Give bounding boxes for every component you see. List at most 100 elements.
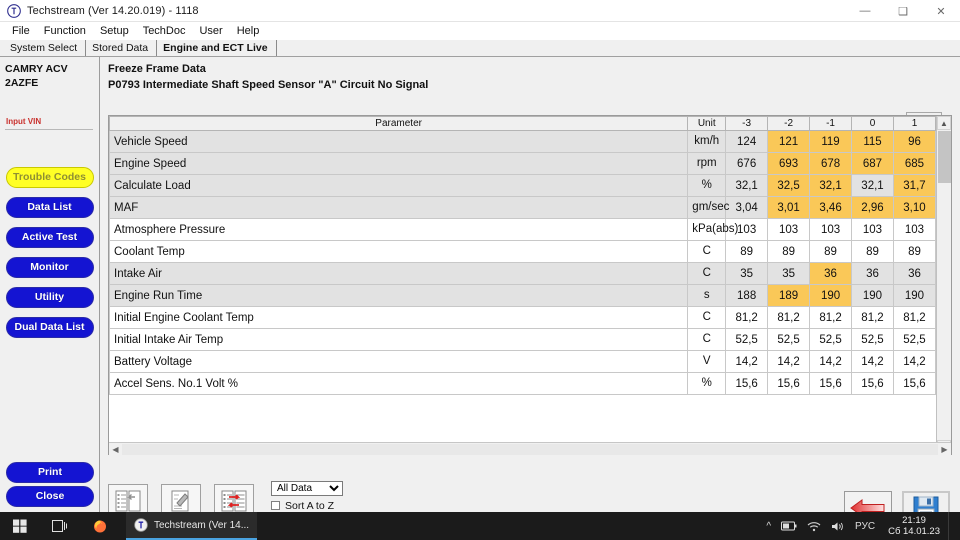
cell-value: 32,1 [851, 174, 894, 197]
column-header-unit[interactable]: Unit [687, 116, 727, 131]
page-title: Freeze Frame Data [108, 63, 206, 75]
column-header-minus2[interactable]: -2 [767, 116, 811, 131]
cell-value: 35 [767, 262, 811, 285]
techstream-icon [6, 3, 22, 19]
cell-value: 32,5 [767, 174, 811, 197]
table-row[interactable]: Intake Air C 35 35 36 36 36 [109, 262, 936, 285]
sidebar-item-utility[interactable]: Utility [5, 287, 94, 308]
menu-item-help[interactable]: Help [230, 24, 267, 38]
menu-item-file[interactable]: File [5, 24, 37, 38]
tab-system-select[interactable]: System Select [4, 40, 87, 56]
menu-item-function[interactable]: Function [37, 24, 93, 38]
vertical-scroll-thumb[interactable] [938, 131, 951, 183]
body: CAMRY ACV 2AZFE Input VIN Trouble Codes … [0, 57, 960, 540]
tab-stored-data[interactable]: Stored Data [86, 40, 158, 56]
vertical-scrollbar[interactable]: ▲ ▼ [936, 116, 951, 454]
cell-parameter: Vehicle Speed [109, 130, 689, 153]
table-row[interactable]: Accel Sens. No.1 Volt %% 15,6 15,6 15,6 15,6… [109, 372, 936, 395]
cell-value: 676 [725, 152, 769, 175]
table-row[interactable]: Initial Intake Air Temp C 52,5 52,5 52,5 52,5… [109, 328, 936, 351]
taskbar-app-techstream[interactable]: Techstream (Ver 14... [126, 512, 258, 540]
windows-start-icon[interactable] [0, 512, 40, 540]
column-header-0[interactable]: 0 [851, 116, 894, 131]
table-row[interactable]: MAF gm/sec 3,04 3,01 3,46 2,96 3,10 [109, 196, 936, 219]
column-header-parameter[interactable]: Parameter [109, 116, 689, 131]
column-header-minus1[interactable]: -1 [809, 116, 853, 131]
sidebar-item-data-list[interactable]: Data List [5, 197, 94, 218]
menu-item-setup[interactable]: Setup [93, 24, 136, 38]
sidebar-item-dual-data-list[interactable]: Dual Data List [5, 317, 94, 338]
menu-bar: File Function Setup TechDoc User Help [0, 22, 960, 40]
cell-value: 81,2 [809, 306, 853, 329]
cell-unit: C [687, 328, 727, 351]
window-title: Techstream (Ver 14.20.019) - 1118 [27, 4, 199, 17]
sidebar-item-trouble-codes[interactable]: Trouble Codes [5, 167, 94, 188]
cell-value: 3,10 [892, 196, 936, 219]
firefox-icon[interactable] [80, 512, 120, 540]
system-tray: ^ РУС 21:19 Сб 14.01.23 [761, 512, 960, 540]
taskbar-app-label: Techstream (Ver 14... [154, 519, 250, 531]
horizontal-scroll-track[interactable] [122, 443, 938, 455]
cell-parameter: Engine Speed [109, 152, 689, 175]
sidebar: CAMRY ACV 2AZFE Input VIN Trouble Codes … [0, 57, 100, 540]
table-row[interactable]: Initial Engine Coolant Temp C 81,2 81,2 81,2… [109, 306, 936, 329]
cell-parameter: MAF [109, 196, 689, 219]
menu-item-user[interactable]: User [192, 24, 229, 38]
sort-az-row[interactable]: Sort A to Z [271, 500, 382, 512]
scroll-up-icon[interactable]: ▲ [937, 116, 951, 130]
table-row[interactable]: Engine Speed rpm 676 693 678 687 685 [109, 152, 936, 175]
cell-value: 190 [892, 284, 936, 307]
cell-value: 36 [892, 262, 936, 285]
table-row[interactable]: Battery Voltage V 14,2 14,2 14,2 14,2 14,2 [109, 350, 936, 373]
cell-unit: V [687, 350, 727, 373]
show-desktop-button[interactable] [948, 512, 960, 540]
table-row[interactable]: Atmosphere Pressure kPa(abs) 103 103 103 103 1… [109, 218, 936, 241]
windows-taskbar: Techstream (Ver 14... ^ РУС 21:19 Сб 14.… [0, 512, 960, 540]
sort-az-checkbox[interactable] [271, 501, 280, 510]
table-row[interactable]: Vehicle Speed km/h 124 121 119 115 96 [109, 130, 936, 153]
freeze-frame-table: Parameter Unit -3 -2 -1 0 1 Vehicle Speed km/h 1… [109, 116, 936, 395]
sidebar-item-active-test[interactable]: Active Test [5, 227, 94, 248]
data-filter-select[interactable]: All Data [271, 480, 343, 496]
title-bar: Techstream (Ver 14.20.019) - 1118 — ❑ ✕ [0, 0, 960, 22]
input-vin-label[interactable]: Input VIN [6, 117, 41, 126]
table-row[interactable]: Coolant Temp C 89 89 89 89 89 [109, 240, 936, 263]
menu-item-techdoc[interactable]: TechDoc [136, 24, 193, 38]
battery-icon[interactable] [776, 521, 802, 531]
table-row[interactable]: Engine Run Time s 188 189 190 190 190 [109, 284, 936, 307]
cell-value: 81,2 [851, 306, 894, 329]
cell-unit: s [687, 284, 727, 307]
cell-value: 96 [892, 130, 936, 153]
cell-unit: C [687, 240, 727, 263]
close-button[interactable]: Close [6, 486, 94, 507]
column-header-1[interactable]: 1 [892, 116, 936, 131]
volume-icon[interactable] [826, 521, 850, 532]
language-indicator[interactable]: РУС [850, 521, 880, 532]
cell-value: 15,6 [767, 372, 811, 395]
tray-expand-icon[interactable]: ^ [761, 521, 776, 532]
print-button[interactable]: Print [6, 462, 94, 483]
cell-parameter: Intake Air [109, 262, 689, 285]
horizontal-scrollbar[interactable]: ◀ ▶ [109, 442, 951, 455]
tab-engine-and-ect-live[interactable]: Engine and ECT Live [157, 40, 277, 56]
close-window-button[interactable]: ✕ [922, 0, 960, 22]
cell-unit: % [687, 372, 727, 395]
column-header-minus3[interactable]: -3 [725, 116, 769, 131]
scroll-right-icon[interactable]: ▶ [938, 443, 951, 456]
cell-value: 14,2 [767, 350, 811, 373]
taskbar-clock[interactable]: 21:19 Сб 14.01.23 [880, 515, 948, 537]
table-row[interactable]: Calculate Load% 32,1 32,5 32,1 32,1 31,7 [109, 174, 936, 197]
scroll-left-icon[interactable]: ◀ [109, 443, 122, 456]
task-view-icon[interactable] [40, 512, 80, 540]
wifi-icon[interactable] [802, 521, 826, 532]
dtc-description: P0793 Intermediate Shaft Speed Sensor "A… [108, 79, 429, 91]
minimize-button[interactable]: — [846, 0, 884, 22]
cell-value: 81,2 [767, 306, 811, 329]
vin-divider [5, 129, 93, 130]
sidebar-item-monitor[interactable]: Monitor [5, 257, 94, 278]
cell-value: 693 [767, 152, 811, 175]
maximize-button[interactable]: ❑ [884, 0, 922, 22]
cell-value: 15,6 [809, 372, 853, 395]
clock-time: 21:19 [902, 515, 926, 526]
cell-unit: C [687, 262, 727, 285]
